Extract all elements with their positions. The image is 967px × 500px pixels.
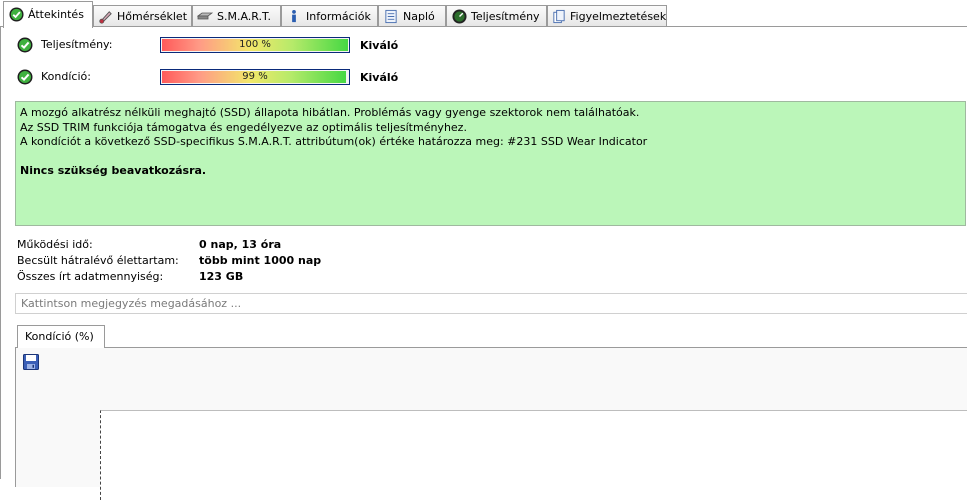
tab-label: Áttekintés [28,7,84,21]
condition-chart-area [100,410,967,500]
tab-smart[interactable]: S.M.A.R.T. [192,5,281,26]
condition-percent: 99 % [242,71,268,82]
tab-label: Információk [306,9,371,23]
tab-warnings[interactable]: Figyelmeztetések [547,5,667,26]
overview-panel: Teljesítmény: 100 % Kiváló Kondíció: 99 … [0,27,967,500]
message-line: A mozgó alkatrész nélküli meghajtó (SSD)… [20,106,640,119]
check-circle-icon [17,37,33,53]
drive-icon [197,8,213,24]
info-key: Becsült hátralévő élettartam: [17,254,179,267]
performance-label: Teljesítmény: [41,38,113,51]
info-icon [286,8,302,24]
tab-label: Hőmérséklet [117,9,188,23]
check-circle-icon [8,6,24,22]
warnings-icon [552,8,566,24]
performance-rating: Kiváló [360,39,399,52]
tab-label: S.M.A.R.T. [217,9,271,23]
tab-overview[interactable]: Áttekintés [3,1,93,28]
tab-information[interactable]: Információk [281,5,378,26]
tab-strip: Áttekintés Hőmérséklet S.M.A.R.T. Inform… [0,0,967,28]
condition-label: Kondíció: [41,70,91,83]
info-value: 0 nap, 13 óra [199,238,282,251]
condition-chart-panel [15,347,967,500]
condition-row: Kondíció: [17,67,91,87]
thermometer-icon [98,8,113,24]
tab-condition-chart[interactable]: Kondíció (%) [17,325,105,348]
info-key: Összes írt adatmennyiség: [17,270,164,283]
tab-label: Napló [403,9,435,23]
status-message-box: A mozgó alkatrész nélküli meghajtó (SSD)… [15,101,966,226]
info-value: több mint 1000 nap [199,254,322,267]
message-line: Az SSD TRIM funkciója támogatva és enged… [20,120,467,134]
save-icon[interactable] [22,353,40,371]
log-icon [383,8,399,24]
tab-temperature[interactable]: Hőmérséklet [93,5,192,26]
tab-label: Teljesítmény [471,9,540,23]
condition-rating: Kiváló [360,71,399,84]
comment-field[interactable]: Kattintson megjegyzés megadásához ... [15,293,967,314]
tab-performance[interactable]: Teljesítmény [446,5,547,26]
performance-bar: 100 % [160,37,350,53]
performance-percent: 100 % [239,39,271,50]
check-circle-icon [17,69,33,85]
tab-log[interactable]: Napló [378,5,446,26]
condition-bar: 99 % [160,69,350,85]
info-key: Működési idő: [17,238,93,251]
action-message: Nincs szükség beavatkozásra. [20,163,207,177]
info-value: 123 GB [199,270,244,283]
tab-label: Figyelmeztetések [570,9,667,23]
gauge-icon [451,8,467,24]
message-line: A kondíciót a következő SSD-specifikus S… [20,135,648,148]
performance-row: Teljesítmény: [17,35,112,55]
